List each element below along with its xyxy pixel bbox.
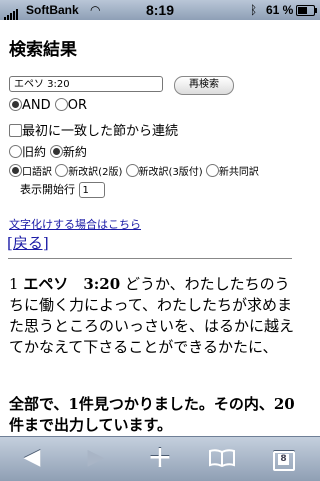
- result-summary: 全部で、1件見つかりました。その内、20件まで出力しています。: [9, 395, 295, 432]
- research-button[interactable]: 再検索: [174, 76, 234, 95]
- bookmarks-icon[interactable]: [202, 443, 242, 473]
- or-radio[interactable]: [54, 98, 68, 111]
- forward-arrow-icon[interactable]: ▶: [76, 443, 116, 473]
- web-content[interactable]: 検索結果 エペソ 3:20 再検索 AND OR 最初に一致した節から連続 旧約…: [0, 20, 320, 432]
- continuous-checkbox[interactable]: [9, 124, 22, 137]
- testament-options: 旧約 新約: [9, 143, 87, 160]
- search-input[interactable]: エペソ 3:20: [9, 76, 163, 92]
- battery-icon: [296, 5, 317, 16]
- shin3-label: 新改訳(3版付): [138, 167, 203, 178]
- colloquial-radio[interactable]: [9, 164, 22, 177]
- logic-options: AND OR: [9, 98, 87, 113]
- add-icon[interactable]: +: [140, 443, 180, 473]
- verse-result: 1 エペソ 3:20 どうか、わたしたちのうちに働く力によって、わたしたちが求め…: [9, 274, 299, 358]
- tabs-icon[interactable]: 8: [273, 451, 295, 471]
- old-testament-label: 旧約: [22, 145, 47, 159]
- shin3-radio[interactable]: [125, 164, 139, 177]
- and-radio[interactable]: [9, 98, 22, 111]
- shin2-radio[interactable]: [55, 164, 69, 177]
- start-line-input[interactable]: 1: [78, 182, 105, 198]
- result-number: 1: [9, 275, 19, 293]
- status-bar: SoftBank ◠ 8:19 ᛒ 61 %: [0, 0, 320, 20]
- continuous-label: 最初に一致した節から連続: [22, 124, 179, 139]
- safari-toolbar: ◀ ▶ + 8: [0, 436, 320, 481]
- battery-percent: 61 %: [266, 3, 294, 17]
- colloquial-label: 口語訳: [22, 167, 52, 178]
- mojibake-link[interactable]: 文字化けする場合はこちら: [9, 216, 141, 232]
- or-label: OR: [67, 98, 88, 113]
- bluetooth-icon: ᛒ: [250, 3, 258, 17]
- start-line-label: 表示開始行: [20, 183, 75, 196]
- shin2-label: 新改訳(2版): [68, 167, 123, 178]
- back-arrow-icon[interactable]: ◀: [12, 443, 52, 473]
- kyodo-radio[interactable]: [205, 164, 219, 177]
- kyodo-label: 新共同訳: [218, 167, 259, 178]
- and-label: AND: [22, 98, 51, 113]
- divider: [8, 258, 292, 259]
- start-line-row: 表示開始行 1: [20, 181, 105, 198]
- verse-reference: エペソ 3:20: [23, 275, 121, 293]
- new-testament-radio[interactable]: [49, 145, 63, 158]
- tab-count: 8: [278, 454, 289, 465]
- back-link[interactable]: [戻る]: [7, 232, 49, 253]
- continuous-option: 最初に一致した節から連続: [9, 120, 178, 139]
- version-options: 口語訳 新改訳(2版) 新改訳(3版付) 新共同訳: [9, 163, 259, 178]
- old-testament-radio[interactable]: [9, 145, 22, 158]
- new-testament-label: 新約: [62, 145, 87, 159]
- page-title: 検索結果: [9, 40, 77, 60]
